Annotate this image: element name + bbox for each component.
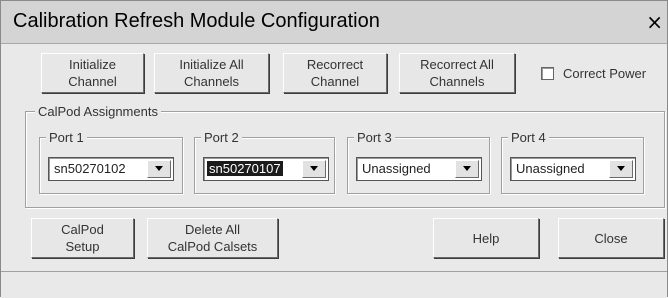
- port-2-group: Port 2 sn50270107: [194, 130, 335, 194]
- port-3-group: Port 3 Unassigned: [347, 130, 490, 194]
- calpod-setup-button[interactable]: CalPod Setup: [31, 218, 134, 258]
- port-4-select[interactable]: Unassigned: [510, 157, 636, 181]
- port-2-value: sn50270107: [207, 161, 283, 176]
- port-3-select[interactable]: Unassigned: [356, 157, 482, 181]
- initialize-all-channels-button[interactable]: Initialize All Channels: [154, 53, 269, 93]
- checkbox-box[interactable]: [541, 67, 554, 80]
- calpod-assignments-label: CalPod Assignments: [35, 104, 161, 119]
- port-1-group: Port 1 sn50270102: [39, 130, 183, 194]
- delete-all-calpod-calsets-button[interactable]: Delete All CalPod Calsets: [147, 218, 278, 258]
- calibration-dialog: Calibration Refresh Module Configuration…: [0, 0, 668, 298]
- correct-power-checkbox[interactable]: Correct Power: [541, 66, 646, 81]
- chevron-down-icon[interactable]: [455, 160, 479, 178]
- title-bar: Calibration Refresh Module Configuration…: [1, 1, 667, 44]
- port-1-value: sn50270102: [54, 161, 126, 176]
- close-button[interactable]: Close: [558, 218, 664, 258]
- port-4-group: Port 4 Unassigned: [501, 130, 644, 194]
- port-4-label: Port 4: [508, 130, 549, 145]
- calpod-assignments-group: CalPod Assignments Port 1 sn50270102 Por…: [25, 104, 665, 208]
- initialize-channel-button[interactable]: Initialize Channel: [41, 53, 144, 93]
- port-2-label: Port 2: [201, 130, 242, 145]
- port-1-select[interactable]: sn50270102: [48, 157, 174, 181]
- help-button[interactable]: Help: [433, 218, 539, 258]
- recorrect-channel-button[interactable]: Recorrect Channel: [283, 53, 387, 93]
- status-bar: [1, 271, 667, 298]
- port-1-label: Port 1: [46, 130, 87, 145]
- port-4-value: Unassigned: [516, 161, 585, 176]
- port-3-value: Unassigned: [362, 161, 431, 176]
- close-icon[interactable]: ×: [646, 10, 663, 34]
- chevron-down-icon[interactable]: [147, 160, 171, 178]
- chevron-down-icon[interactable]: [609, 160, 633, 178]
- port-2-select[interactable]: sn50270107: [203, 157, 329, 181]
- window-title: Calibration Refresh Module Configuration: [13, 10, 380, 32]
- port-3-label: Port 3: [354, 130, 395, 145]
- chevron-down-icon[interactable]: [302, 160, 326, 178]
- recorrect-all-channels-button[interactable]: Recorrect All Channels: [399, 53, 515, 93]
- correct-power-label: Correct Power: [563, 66, 647, 81]
